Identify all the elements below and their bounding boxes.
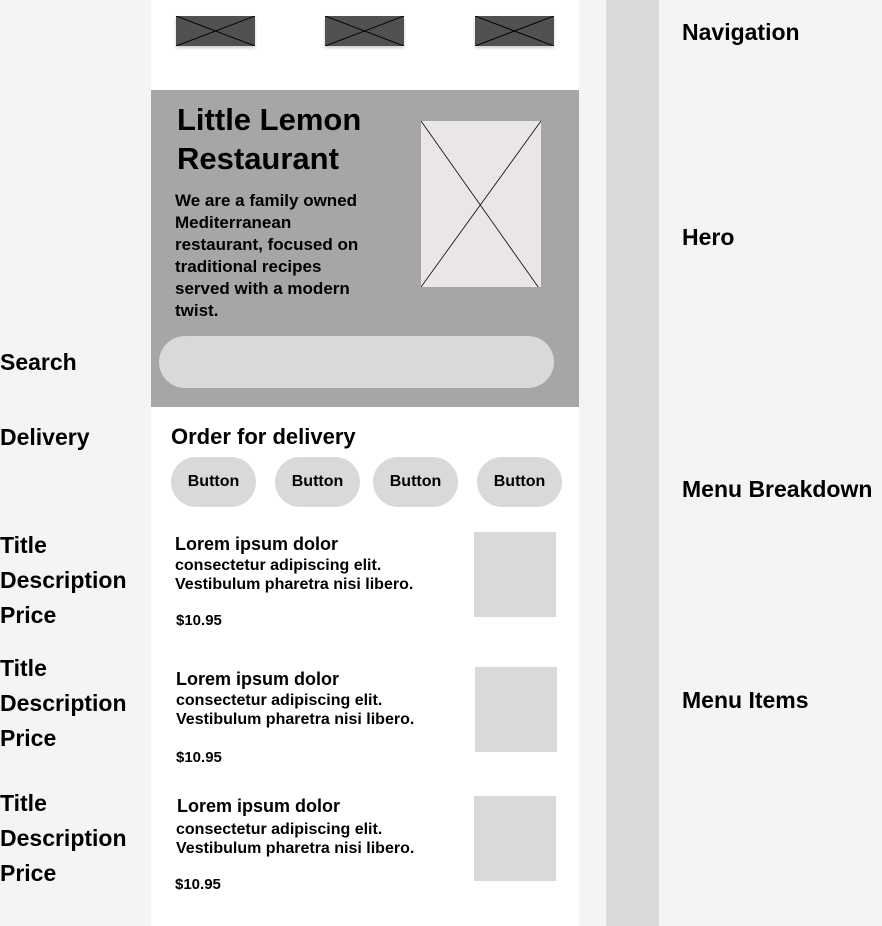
annotation-menu-breakdown: Menu Breakdown <box>682 476 873 502</box>
annotation-item-fields: Title Description Price <box>0 528 127 633</box>
menu-item-title: Lorem ipsum dolor <box>177 796 341 816</box>
description-line: consectetur adipiscing elit. <box>176 692 383 709</box>
description-line: Vestibulum pharetra nisi libero. <box>176 711 415 728</box>
description-line: consectetur adipiscing elit. <box>175 557 382 574</box>
category-button[interactable]: Button <box>373 457 458 507</box>
annotation-field: Price <box>0 860 57 886</box>
hero-description: We are a family owned Mediterranean rest… <box>175 191 359 320</box>
menu-item-description: consectetur adipiscing elit. Vestibulum p… <box>175 556 413 594</box>
annotation-field: Title <box>0 655 47 681</box>
category-button[interactable]: Button <box>171 457 256 507</box>
menu-item-price: $10.95 <box>175 876 221 893</box>
description-line: consectetur adipiscing elit. <box>176 821 383 838</box>
annotation-navigation: Navigation <box>682 19 800 45</box>
annotation-field: Price <box>0 602 57 628</box>
annotation-field: Description <box>0 690 127 716</box>
menu-item-image[interactable] <box>474 796 556 881</box>
divider-bar <box>606 0 659 926</box>
nav-image-placeholder[interactable] <box>325 16 404 46</box>
nav-image-placeholder[interactable] <box>475 16 554 46</box>
menu-item-price: $10.95 <box>176 612 222 629</box>
description-line: Vestibulum pharetra nisi libero. <box>175 576 414 593</box>
menu-item-image[interactable] <box>474 532 556 617</box>
annotation-item-fields: Title Description Price <box>0 651 127 756</box>
annotation-field: Description <box>0 825 127 851</box>
delivery-heading: Order for delivery <box>171 424 356 449</box>
annotation-field: Title <box>0 532 47 558</box>
menu-item-title: Lorem ipsum dolor <box>175 534 339 554</box>
annotation-field: Title <box>0 790 47 816</box>
annotation-search: Search <box>0 349 77 375</box>
hero-title-line: Little Lemon <box>177 102 362 137</box>
annotation-menu-items: Menu Items <box>682 687 809 713</box>
menu-item-image[interactable] <box>475 667 557 752</box>
hero-section: Little Lemon Restaurant We are a family … <box>151 90 579 407</box>
category-button[interactable]: Button <box>477 457 562 507</box>
hero-image-placeholder <box>421 121 541 287</box>
annotation-field: Price <box>0 725 57 751</box>
search-input[interactable] <box>159 336 554 388</box>
annotation-field: Description <box>0 567 127 593</box>
hero-title: Little Lemon Restaurant <box>177 100 361 178</box>
hero-title-line: Restaurant <box>177 141 339 176</box>
menu-item-description: consectetur adipiscing elit. Vestibulum p… <box>176 820 414 858</box>
annotation-item-fields: Title Description Price <box>0 786 127 891</box>
menu-item-description: consectetur adipiscing elit. Vestibulum p… <box>176 691 414 729</box>
nav-image-placeholder[interactable] <box>176 16 255 46</box>
annotation-hero: Hero <box>682 224 735 250</box>
description-line: Vestibulum pharetra nisi libero. <box>176 840 415 857</box>
menu-item-title: Lorem ipsum dolor <box>176 669 340 689</box>
menu-item-price: $10.95 <box>176 749 222 766</box>
annotation-delivery: Delivery <box>0 424 90 450</box>
category-button[interactable]: Button <box>275 457 360 507</box>
